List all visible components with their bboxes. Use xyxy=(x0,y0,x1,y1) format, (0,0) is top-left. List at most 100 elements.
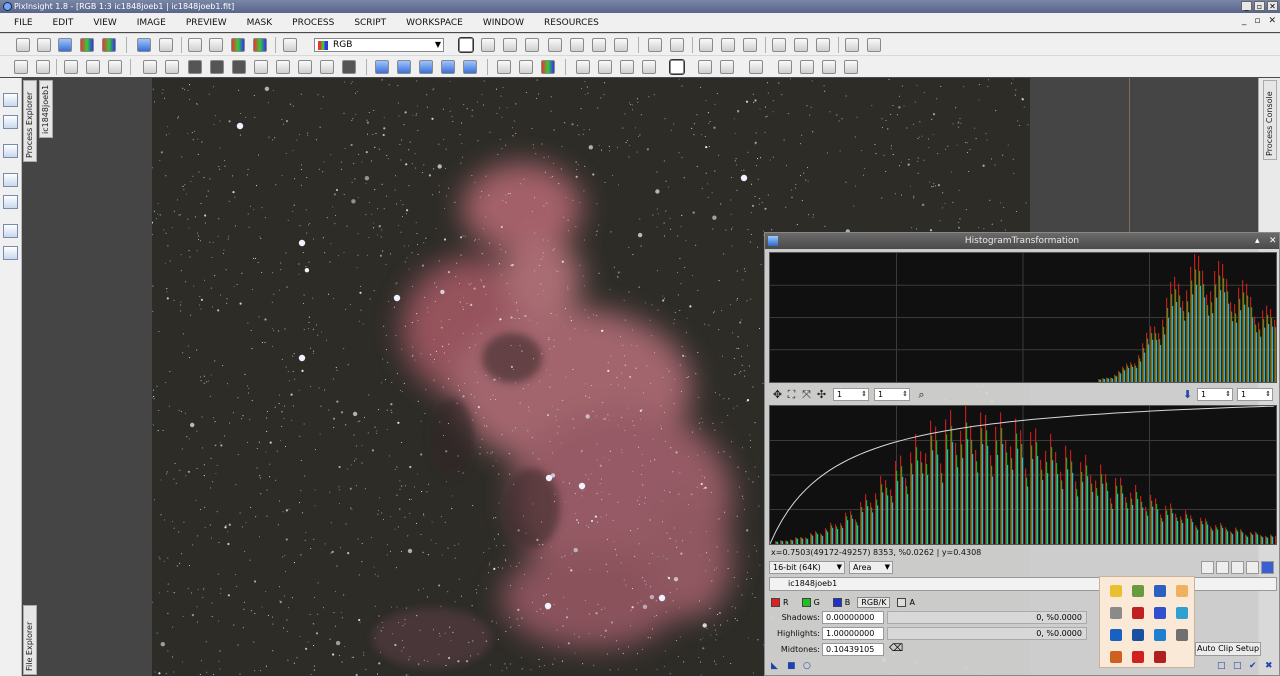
menu-script[interactable]: SCRIPT xyxy=(344,18,396,28)
close-process-icon[interactable]: ✖ xyxy=(1265,661,1273,671)
workspace-2-icon[interactable] xyxy=(3,115,18,129)
center-view-icon[interactable] xyxy=(548,38,562,52)
rotate-right-icon[interactable] xyxy=(397,60,411,74)
midtones-input[interactable]: 0.10439105 xyxy=(822,643,884,656)
zoom-1-1-icon[interactable] xyxy=(699,38,713,52)
preview-restore-icon[interactable] xyxy=(720,60,734,74)
preview-reset-icon[interactable] xyxy=(749,60,763,74)
readout-mode-icon[interactable] xyxy=(458,37,474,53)
preview-store-icon[interactable] xyxy=(698,60,712,74)
duplicate-image-icon[interactable] xyxy=(102,38,116,52)
zoom-1-2-icon[interactable] xyxy=(743,38,757,52)
view-option-1-icon[interactable] xyxy=(1201,561,1214,574)
menu-resources[interactable]: RESOURCES xyxy=(534,18,609,28)
minimize-button[interactable]: _ xyxy=(1241,1,1252,11)
zoom-fit-icon[interactable] xyxy=(481,38,495,52)
display-channel-7-icon[interactable] xyxy=(320,60,334,74)
zoom-2-1-icon[interactable] xyxy=(721,38,735,52)
cascade-windows-icon[interactable] xyxy=(867,38,881,52)
channel-b-checkbox[interactable] xyxy=(832,597,842,607)
mask-red-icon[interactable] xyxy=(143,60,157,74)
fit-preview-icon[interactable] xyxy=(794,38,808,52)
tray-camera-icon[interactable] xyxy=(1132,651,1144,663)
flip-horizontal-icon[interactable] xyxy=(441,60,455,74)
reset-midtones-icon[interactable]: ⌫ xyxy=(889,643,903,654)
menu-file[interactable]: FILE xyxy=(4,18,43,28)
tray-drive-icon[interactable] xyxy=(1176,629,1188,641)
new-instance-icon[interactable]: ◣ xyxy=(771,661,778,671)
tile-windows-icon[interactable] xyxy=(845,38,859,52)
menu-process[interactable]: PROCESS xyxy=(282,18,344,28)
preview-mode-3-icon[interactable] xyxy=(620,60,634,74)
display-channel-5-icon[interactable] xyxy=(276,60,290,74)
rgb-working-icon[interactable] xyxy=(231,38,245,52)
undo-icon[interactable] xyxy=(137,38,151,52)
file-explorer-tab[interactable]: File Explorer xyxy=(23,605,37,675)
pan-icon[interactable] xyxy=(525,38,539,52)
mask-remove-icon[interactable] xyxy=(165,60,179,74)
shade-icon[interactable]: ▴ xyxy=(1255,233,1260,249)
view-option-2-icon[interactable] xyxy=(1216,561,1229,574)
tray-hardware-icon[interactable] xyxy=(1110,651,1122,663)
edit-mode-icon[interactable]: ✥ xyxy=(771,388,784,401)
zoom-h2-stepper[interactable]: 1 ⇕ xyxy=(1197,388,1233,401)
mask-invert-icon[interactable] xyxy=(108,60,122,74)
process-explorer-tab[interactable]: Process Explorer xyxy=(23,80,37,162)
preview-extract-all-icon[interactable] xyxy=(844,60,858,74)
real-time-preview-icon[interactable]: ○ xyxy=(803,661,811,671)
tray-adobe-icon[interactable] xyxy=(1132,607,1144,619)
display-channel-8-icon[interactable] xyxy=(342,60,356,74)
channel-g-checkbox[interactable] xyxy=(801,597,811,607)
view-option-3-icon[interactable] xyxy=(1231,561,1244,574)
view-tab[interactable]: ic1848joeb1 xyxy=(39,80,53,138)
menu-mask[interactable]: MASK xyxy=(237,18,283,28)
mask-enable-icon[interactable] xyxy=(64,60,78,74)
pointer-icon[interactable] xyxy=(614,38,628,52)
new-image-icon[interactable] xyxy=(80,38,94,52)
open-recent-icon[interactable] xyxy=(37,38,51,52)
reset-icon[interactable]: □ xyxy=(1233,661,1242,671)
view-option-4-icon[interactable] xyxy=(1246,561,1259,574)
workspace-7-icon[interactable] xyxy=(3,246,18,260)
zoom-out-icon[interactable] xyxy=(670,38,684,52)
rotate-left-icon[interactable] xyxy=(375,60,389,74)
tray-shield-icon[interactable] xyxy=(1110,585,1122,597)
preview-extract-icon[interactable] xyxy=(822,60,836,74)
fit-view-icon[interactable] xyxy=(772,38,786,52)
menu-view[interactable]: VIEW xyxy=(83,18,126,28)
browse-doc-icon[interactable]: □ xyxy=(1217,661,1226,671)
zoom-v-stepper[interactable]: 1 ⇕ xyxy=(874,388,910,401)
view-selector[interactable]: ic1848joeb1 xyxy=(769,577,1277,591)
process-history-icon[interactable] xyxy=(209,38,223,52)
tray-app-icon[interactable] xyxy=(1132,585,1144,597)
stf-link-icon[interactable] xyxy=(497,60,511,74)
tray-skype-icon[interactable] xyxy=(1176,607,1188,619)
zoom-window-histogram-icon[interactable]: ⤧ xyxy=(800,388,813,401)
auto-clip-setup-button[interactable]: Auto Clip Setup xyxy=(1195,642,1261,656)
process-icon[interactable] xyxy=(188,38,202,52)
stf-reset-icon[interactable] xyxy=(541,60,555,74)
tray-display-icon[interactable] xyxy=(1132,629,1144,641)
zoom-icon[interactable]: ⌕ xyxy=(915,388,928,401)
new-preview-icon[interactable] xyxy=(570,38,584,52)
preview-mode-1-icon[interactable] xyxy=(576,60,590,74)
histogram-title-bar[interactable]: HistogramTransformation ▴ ✕ xyxy=(765,233,1279,249)
zoom-window-icon[interactable] xyxy=(503,38,517,52)
preview-mode-2-icon[interactable] xyxy=(598,60,612,74)
close-button[interactable]: ✕ xyxy=(1267,1,1278,11)
workspace-4-icon[interactable] xyxy=(3,173,18,187)
layout-icon[interactable] xyxy=(14,60,28,74)
shadows-input[interactable]: 0.00000000 xyxy=(822,611,884,624)
apply-icon[interactable]: ✔ xyxy=(1249,661,1257,671)
mask-show-icon[interactable] xyxy=(86,60,100,74)
tray-sync-icon[interactable] xyxy=(1154,585,1166,597)
histogram-output-graph[interactable] xyxy=(769,252,1278,383)
graph-style-select[interactable]: Area ▼ xyxy=(849,561,893,574)
tray-network-icon[interactable] xyxy=(1110,607,1122,619)
highlights-input[interactable]: 1.00000000 xyxy=(822,627,884,640)
screen-transfer-icon[interactable] xyxy=(253,38,267,52)
fit-window-icon[interactable] xyxy=(816,38,830,52)
display-channel-4-icon[interactable] xyxy=(254,60,268,74)
display-channel-3-icon[interactable] xyxy=(232,60,246,74)
process-console-tab[interactable]: Process Console xyxy=(1263,80,1277,160)
